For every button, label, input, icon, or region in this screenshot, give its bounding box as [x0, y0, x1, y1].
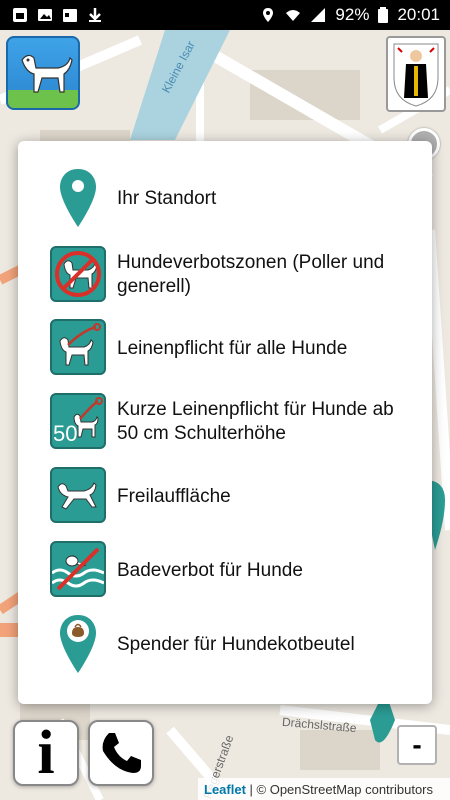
calendar-icon [63, 9, 77, 22]
clock: 20:01 [397, 5, 440, 24]
legend-label: Badeverbot für Hunde [117, 560, 303, 581]
location-pin-icon [60, 169, 96, 227]
svg-text:50: 50 [53, 421, 77, 446]
leaflet-link[interactable]: Leaflet [204, 782, 246, 797]
coat-of-arms-icon[interactable] [386, 36, 446, 112]
legend-label: Ihr Standort [117, 188, 217, 209]
status-left-icons [12, 7, 103, 23]
legend-item: Leinenpflicht für alle Hunde [18, 319, 432, 379]
dog-running-icon [50, 467, 106, 523]
status-bar: 92% 20:01 [0, 0, 450, 30]
legend-label: Leinenpflicht für alle Hunde [117, 338, 348, 359]
zoom-out-button[interactable]: - [397, 725, 437, 765]
legend-item: Spender für Hundekotbeutel [18, 613, 432, 677]
dog-leash-50-icon: 50 [50, 393, 106, 449]
info-button[interactable]: i [13, 720, 79, 786]
location-icon [263, 8, 274, 22]
legend-label: Spender für Hundekotbeutel [117, 634, 355, 655]
legend-item: Hundeverbotszonen (Poller und generell) [18, 246, 432, 306]
legend-item: 50 Kurze Leinenpflicht für Hunde ab 50 c… [18, 393, 432, 453]
legend-popup: Ihr Standort Hundeverbotszonen (Poller u… [18, 141, 432, 704]
app-logo-dog-icon[interactable] [6, 36, 80, 110]
image-icon [38, 9, 52, 21]
battery-icon [378, 7, 389, 23]
dog-prohibited-icon [50, 246, 106, 302]
legend-item: Ihr Standort [18, 167, 432, 231]
legend-label: Freilauffläche [117, 486, 231, 507]
legend-item: Badeverbot für Hunde [18, 541, 432, 601]
attribution-separator: | © [245, 781, 270, 797]
osm-link[interactable]: OpenStreetMap contributors [270, 782, 433, 797]
dog-swimming-prohibited-icon [50, 541, 106, 597]
phone-icon [102, 733, 141, 773]
call-button[interactable] [88, 720, 154, 786]
download-icon [89, 8, 101, 22]
signal-icon [311, 8, 326, 22]
battery-percent: 92% [335, 5, 370, 24]
status-right-icons: 92% 20:01 [260, 5, 440, 25]
dog-leash-icon [50, 319, 106, 375]
legend-label: Hundeverbotszonen (Poller und generell) [117, 252, 385, 297]
info-icon: i [37, 719, 55, 787]
wifi-icon [286, 10, 301, 21]
map-attribution: Leaflet | © OpenStreetMap contributors [198, 778, 450, 800]
app-notification-icon [13, 8, 27, 22]
legend-label: Kurze Leinenpflicht für Hunde ab 50 cm S… [117, 399, 394, 444]
legend-item: Freilauffläche [18, 467, 432, 527]
dog-bag-dispenser-icon [60, 615, 96, 673]
